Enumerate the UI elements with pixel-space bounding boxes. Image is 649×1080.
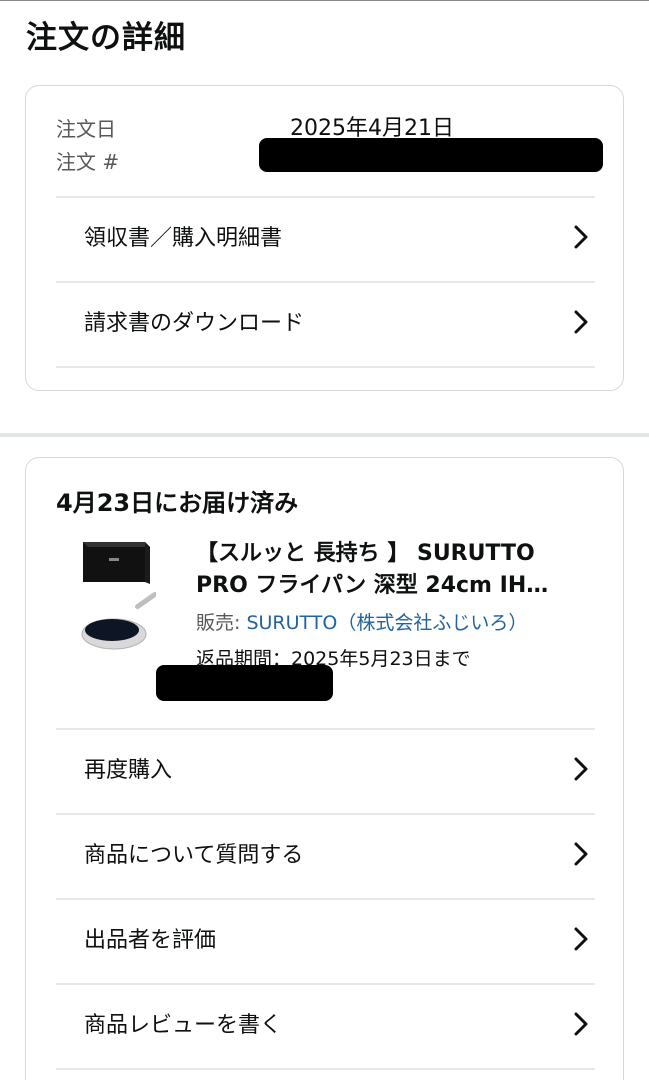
- write-review-label: 商品レビューを書く: [84, 1013, 283, 1038]
- seller-link[interactable]: SURUTTO（株式会社ふじいろ）: [246, 612, 527, 634]
- receipt-label: 領収書／購入明細書: [84, 226, 283, 251]
- ask-question-label: 商品について質問する: [84, 843, 304, 868]
- shipment-card: 4月23日にお届け済み 【スルッと 長持ち 】 SURUTTO PRO フライパ…: [25, 457, 624, 1080]
- redacted-order-number: [259, 138, 603, 172]
- rate-seller-row[interactable]: 出品者を評価: [56, 898, 595, 983]
- buy-again-label: 再度購入: [84, 758, 173, 783]
- row-divider: [56, 728, 595, 730]
- ask-question-row[interactable]: 商品について質問する: [56, 813, 595, 898]
- chevron-right-icon: [574, 1012, 588, 1036]
- row-divider: [56, 983, 595, 985]
- order-date-label: 注文日: [56, 117, 116, 141]
- product-title[interactable]: 【スルッと 長持ち 】 SURUTTO PRO フライパン 深型 24cm IH…: [196, 538, 586, 602]
- chevron-right-icon: [574, 927, 588, 951]
- order-number-label: 注文 #: [56, 150, 120, 174]
- seller-prefix: 販売:: [196, 612, 247, 634]
- chevron-right-icon: [574, 757, 588, 781]
- chevron-right-icon: [574, 842, 588, 866]
- row-divider: [56, 813, 595, 815]
- chevron-right-icon: [574, 310, 588, 334]
- row-divider: [56, 1068, 595, 1070]
- order-summary-card: 注文日 2025年4月21日 注文 # 領収書／購入明細書 請求書のダウンロード: [25, 85, 624, 391]
- seller-info: 販売: SURUTTO（株式会社ふじいろ）: [196, 608, 527, 635]
- section-divider: [0, 433, 649, 437]
- receipt-row[interactable]: 領収書／購入明細書: [56, 196, 595, 281]
- product-thumbnail[interactable]: [76, 538, 156, 658]
- invoice-download-row[interactable]: 請求書のダウンロード: [56, 281, 595, 366]
- redacted-info: [156, 665, 333, 701]
- top-edge-line: [0, 0, 649, 1]
- buy-again-row[interactable]: 再度購入: [56, 728, 595, 813]
- row-divider: [56, 898, 595, 900]
- chevron-right-icon: [574, 225, 588, 249]
- row-divider: [56, 281, 595, 283]
- delivery-status: 4月23日にお届け済み: [56, 489, 299, 517]
- row-divider: [56, 196, 595, 198]
- rate-seller-label: 出品者を評価: [84, 928, 217, 953]
- invoice-download-label: 請求書のダウンロード: [84, 311, 305, 336]
- page-title: 注文の詳細: [26, 20, 186, 56]
- write-review-row[interactable]: 商品レビューを書く: [56, 983, 595, 1068]
- row-divider: [56, 366, 595, 368]
- product-title-line-1: 【スルッと 長持ち 】 SURUTTO: [196, 541, 535, 566]
- product-title-line-2: PRO フライパン 深型 24cm IH…: [196, 573, 549, 598]
